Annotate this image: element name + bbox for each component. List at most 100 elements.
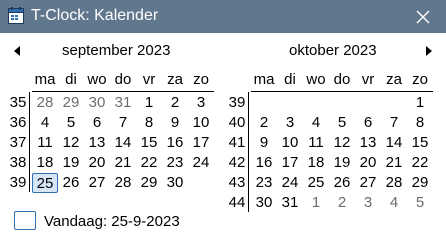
week-row: 40 2 3 4 5 6 7 8 xyxy=(227,113,439,133)
day-cell[interactable]: 13 xyxy=(355,133,381,153)
day-cell[interactable]: 24 xyxy=(277,173,303,193)
week-number: 43 xyxy=(228,174,246,191)
day-cell[interactable]: 29 xyxy=(407,173,433,193)
day-cell[interactable]: 5 xyxy=(407,193,433,213)
day-cell[interactable]: 23 xyxy=(251,173,277,193)
day-cell[interactable]: 15 xyxy=(136,133,162,153)
day-cell[interactable]: 14 xyxy=(110,133,136,153)
day-cell[interactable]: 26 xyxy=(329,173,355,193)
day-cell[interactable]: 9 xyxy=(251,133,277,153)
day-cell[interactable]: 28 xyxy=(110,173,136,193)
day-cell xyxy=(188,173,214,193)
day-cell[interactable]: 2 xyxy=(162,93,188,113)
day-cell[interactable]: 16 xyxy=(251,153,277,173)
next-month-button[interactable] xyxy=(424,45,434,57)
day-cell[interactable]: 11 xyxy=(32,133,58,153)
weekday-header: do xyxy=(114,71,132,88)
day-cell[interactable]: 31 xyxy=(277,193,303,213)
day-cell[interactable]: 15 xyxy=(407,133,433,153)
today-label[interactable]: Vandaag: 25-9-2023 xyxy=(44,213,180,231)
header-separator xyxy=(32,91,214,92)
close-button[interactable] xyxy=(400,0,446,33)
day-cell[interactable]: 12 xyxy=(58,133,84,153)
day-cell[interactable]: 20 xyxy=(355,153,381,173)
day-cell[interactable]: 5 xyxy=(58,113,84,133)
day-cell[interactable]: 21 xyxy=(110,153,136,173)
close-icon xyxy=(416,10,430,24)
day-cell[interactable]: 27 xyxy=(355,173,381,193)
day-cell[interactable]: 3 xyxy=(188,93,214,113)
day-cell[interactable]: 2 xyxy=(251,113,277,133)
day-cell[interactable]: 20 xyxy=(84,153,110,173)
day-cell[interactable]: 3 xyxy=(355,193,381,213)
day-cell[interactable]: 17 xyxy=(277,153,303,173)
day-cell[interactable]: 2 xyxy=(329,193,355,213)
day-cell[interactable]: 10 xyxy=(188,113,214,133)
day-cell[interactable]: 27 xyxy=(84,173,110,193)
day-cell[interactable]: 22 xyxy=(136,153,162,173)
today-marker[interactable] xyxy=(14,211,36,230)
day-cell[interactable]: 7 xyxy=(381,113,407,133)
day-cell[interactable]: 29 xyxy=(58,93,84,113)
day-cell[interactable]: 22 xyxy=(407,153,433,173)
day-cell[interactable]: 1 xyxy=(303,193,329,213)
day-cell[interactable]: 14 xyxy=(381,133,407,153)
day-cell[interactable]: 28 xyxy=(32,93,58,113)
month-title-oktober: oktober 2023 xyxy=(289,42,377,59)
day-cell[interactable]: 8 xyxy=(136,113,162,133)
day-cell[interactable]: 12 xyxy=(329,133,355,153)
day-cell[interactable]: 16 xyxy=(162,133,188,153)
day-cell[interactable]: 6 xyxy=(355,113,381,133)
day-cell xyxy=(381,93,407,113)
day-cell[interactable]: 29 xyxy=(136,173,162,193)
day-cell[interactable]: 4 xyxy=(32,113,58,133)
week-row: 42 16 17 18 19 20 21 22 xyxy=(227,153,439,173)
day-cell[interactable]: 6 xyxy=(84,113,110,133)
day-cell[interactable]: 30 xyxy=(84,93,110,113)
day-cell[interactable]: 13 xyxy=(84,133,110,153)
day-cell[interactable]: 9 xyxy=(162,113,188,133)
weekday-header: za xyxy=(167,71,183,88)
day-cell[interactable]: 4 xyxy=(381,193,407,213)
weekday-header: zo xyxy=(412,71,428,88)
day-cell[interactable]: 5 xyxy=(329,113,355,133)
day-cell[interactable]: 19 xyxy=(58,153,84,173)
day-cell[interactable]: 30 xyxy=(162,173,188,193)
month-grid-oktober: ma di wo do vr za zo 39 1 40 2 3 4 5 6 7 8 41 9 10 11 12 13 14 1… xyxy=(227,70,439,215)
weekday-header: zo xyxy=(193,71,209,88)
week-number: 36 xyxy=(9,114,27,131)
day-cell[interactable]: 8 xyxy=(407,113,433,133)
week-number: 41 xyxy=(228,134,246,151)
day-cell-today[interactable]: 25 xyxy=(32,173,58,193)
weekday-header: vr xyxy=(361,71,375,88)
day-cell xyxy=(355,93,381,113)
week-number: 37 xyxy=(9,134,27,151)
day-cell[interactable]: 4 xyxy=(303,113,329,133)
day-cell[interactable]: 23 xyxy=(162,153,188,173)
week-number: 39 xyxy=(228,94,246,111)
prev-month-button[interactable] xyxy=(12,45,22,57)
week-row: 39 25 26 27 28 29 30 xyxy=(8,173,220,193)
day-cell[interactable]: 3 xyxy=(277,113,303,133)
weekday-header: vr xyxy=(142,71,156,88)
week-row: 43 23 24 25 26 27 28 29 xyxy=(227,173,439,193)
day-cell[interactable]: 7 xyxy=(110,113,136,133)
day-cell[interactable]: 21 xyxy=(381,153,407,173)
day-cell[interactable]: 26 xyxy=(58,173,84,193)
day-cell[interactable]: 1 xyxy=(407,93,433,113)
header-separator xyxy=(251,91,433,92)
weekday-header: ma xyxy=(253,71,275,88)
day-cell[interactable]: 18 xyxy=(32,153,58,173)
day-cell[interactable]: 30 xyxy=(251,193,277,213)
day-cell[interactable]: 18 xyxy=(303,153,329,173)
day-cell[interactable]: 1 xyxy=(136,93,162,113)
calendar-icon xyxy=(8,7,24,24)
day-cell[interactable]: 10 xyxy=(277,133,303,153)
day-cell[interactable]: 19 xyxy=(329,153,355,173)
day-cell[interactable]: 17 xyxy=(188,133,214,153)
day-cell[interactable]: 28 xyxy=(381,173,407,193)
day-cell[interactable]: 11 xyxy=(303,133,329,153)
day-cell[interactable]: 25 xyxy=(303,173,329,193)
day-cell[interactable]: 24 xyxy=(188,153,214,173)
day-cell[interactable]: 31 xyxy=(110,93,136,113)
